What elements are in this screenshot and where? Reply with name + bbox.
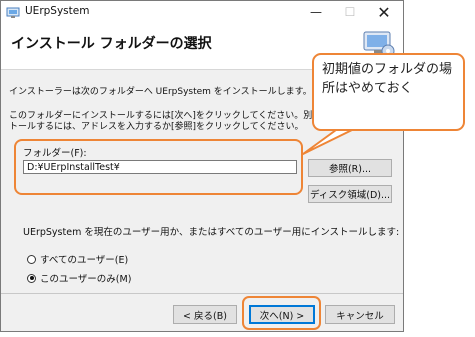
browse-button[interactable]: 参照(R)... <box>308 159 392 177</box>
page-title: インストール フォルダーの選択 <box>11 36 212 52</box>
maximize-button[interactable]: ☐ <box>333 1 367 23</box>
radio-this-user[interactable]: このユーザーのみ(M) <box>27 271 131 285</box>
annotation-callout: 初期値のフォルダの場所はやめておく <box>312 53 465 131</box>
radio-this-user-label: このユーザーのみ(M) <box>40 274 132 285</box>
disk-cost-button[interactable]: ディスク領域(D)... <box>308 185 392 203</box>
intro-line-2: このフォルダーにインストールするには[次へ]をクリックしてください。別の <box>9 111 322 121</box>
app-icon <box>6 7 20 18</box>
footer-separator <box>1 293 403 294</box>
close-button[interactable]: ✕ <box>367 1 401 23</box>
cancel-button[interactable]: キャンセル <box>325 305 395 324</box>
next-button-highlight-box <box>242 296 321 330</box>
window-title: UErpSystem <box>25 5 90 17</box>
back-button[interactable]: < 戻る(B) <box>173 305 237 324</box>
minimize-button[interactable]: — <box>299 1 333 23</box>
intro-line-1: インストーラーは次のフォルダーへ UErpSystem をインストールします。 <box>9 87 312 97</box>
folder-highlight-box <box>14 139 303 195</box>
radio-all-users-circle[interactable] <box>27 254 36 264</box>
radio-this-user-circle[interactable] <box>27 273 36 283</box>
screenshot-stage: UErpSystem — ☐ ✕ インストール フォルダーの選択 インストーラー… <box>0 0 475 337</box>
intro-line-3: トールするには、アドレスを入力するか[参照]をクリックしてください。 <box>9 122 304 132</box>
install-scope-label: UErpSystem を現在のユーザー用か、またはすべてのユーザー用にインストー… <box>23 227 400 238</box>
radio-all-users[interactable]: すべてのユーザー(E) <box>27 252 128 266</box>
title-bar: UErpSystem — ☐ ✕ <box>1 1 403 23</box>
radio-all-users-label: すべてのユーザー(E) <box>40 255 129 266</box>
